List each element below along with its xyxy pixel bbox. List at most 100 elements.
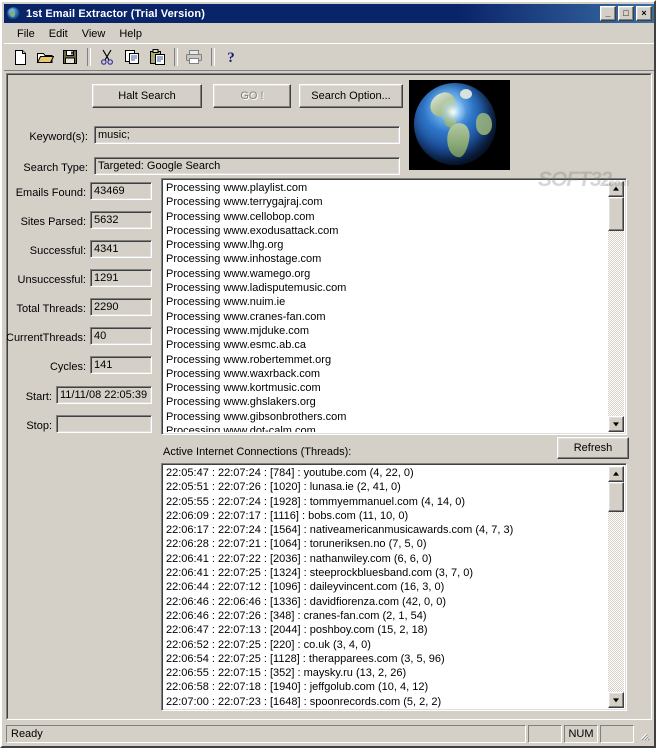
stop-label: Stop: xyxy=(26,420,52,432)
list-item[interactable]: 22:06:55 : 22:07:15 : [352] : maysky.ru … xyxy=(164,666,608,680)
resize-grip-icon[interactable] xyxy=(638,727,652,741)
go-button[interactable]: GO ! xyxy=(213,84,291,108)
list-item[interactable]: 22:05:47 : 22:07:24 : [784] : youtube.co… xyxy=(164,466,608,480)
window-controls: _ □ × xyxy=(600,6,652,21)
list-item[interactable]: 22:06:54 : 22:07:25 : [1128] : therappar… xyxy=(164,652,608,666)
list-item[interactable]: 22:06:46 : 22:06:46 : [1336] : davidfior… xyxy=(164,595,608,609)
list-item[interactable]: Processing www.esmc.ab.ca xyxy=(164,338,608,352)
list-item[interactable]: 22:05:51 : 22:07:26 : [1020] : lunasa.ie… xyxy=(164,480,608,494)
list-item[interactable]: 22:06:17 : 22:07:24 : [1564] : nativeame… xyxy=(164,523,608,537)
sites-parsed-value[interactable]: 5632 xyxy=(90,211,152,229)
emails-found-label: Emails Found: xyxy=(15,187,86,199)
copy-icon[interactable] xyxy=(120,46,144,69)
current-threads-label: CurrentThreads: xyxy=(6,332,87,344)
toolbar: ? xyxy=(4,43,654,71)
scrollbar-track[interactable] xyxy=(608,482,624,692)
paste-icon[interactable] xyxy=(145,46,169,69)
menu-item-file[interactable]: File xyxy=(10,26,42,42)
list-item[interactable]: Processing www.terrygajraj.com xyxy=(164,195,608,209)
list-item[interactable]: 22:06:44 : 22:07:12 : [1096] : daileyvin… xyxy=(164,580,608,594)
title-bar[interactable]: 1st Email Extractor (Trial Version) _ □ … xyxy=(4,4,654,23)
maximize-icon: □ xyxy=(623,8,629,18)
list-item[interactable]: 22:06:52 : 22:07:25 : [220] : co.uk (3, … xyxy=(164,638,608,652)
list-item[interactable]: Processing www.robertemmet.org xyxy=(164,353,608,367)
current-threads-value[interactable]: 40 xyxy=(90,327,152,345)
list-item[interactable]: Processing www.mjduke.com xyxy=(164,324,608,338)
list-item[interactable]: Processing www.ladisputemusic.com xyxy=(164,281,608,295)
emails-found-value[interactable]: 43469 xyxy=(90,182,152,200)
processing-log-scrollbar[interactable] xyxy=(608,181,624,432)
start-value[interactable]: 11/11/08 22:05:39 xyxy=(56,386,152,404)
connections-rows: 22:05:47 : 22:07:24 : [784] : youtube.co… xyxy=(164,466,608,708)
globe-icon xyxy=(6,6,22,22)
window-title: 1st Email Extractor (Trial Version) xyxy=(26,7,205,20)
list-item[interactable]: 22:06:46 : 22:07:26 : [348] : cranes-fan… xyxy=(164,609,608,623)
list-item[interactable]: Processing www.cellobop.com xyxy=(164,210,608,224)
stop-value[interactable] xyxy=(56,415,152,433)
list-item[interactable]: 22:07:00 : 22:07:23 : [1648] : spoonreco… xyxy=(164,695,608,708)
connections-listbox[interactable]: 22:05:47 : 22:07:24 : [784] : youtube.co… xyxy=(161,463,627,711)
search-option-button[interactable]: Search Option... xyxy=(299,84,403,108)
cut-icon[interactable] xyxy=(95,46,119,69)
list-item[interactable]: 22:06:41 : 22:07:25 : [1324] : steeprock… xyxy=(164,566,608,580)
print-icon[interactable] xyxy=(182,46,206,69)
scroll-up-arrow-icon[interactable] xyxy=(608,466,624,482)
minimize-icon: _ xyxy=(605,8,611,18)
list-item[interactable]: Processing www.kortmusic.com xyxy=(164,381,608,395)
list-item[interactable]: Processing www.waxrback.com xyxy=(164,367,608,381)
list-item[interactable]: Processing www.inhostage.com xyxy=(164,252,608,266)
scroll-down-arrow-icon[interactable] xyxy=(608,416,624,432)
close-button[interactable]: × xyxy=(636,6,652,21)
list-item[interactable]: Processing www.wamego.org xyxy=(164,267,608,281)
toolbar-separator xyxy=(211,48,215,66)
list-item[interactable]: Processing www.nuim.ie xyxy=(164,295,608,309)
search-type-input[interactable]: Targeted: Google Search xyxy=(94,157,400,175)
minimize-button[interactable]: _ xyxy=(600,6,616,21)
cycles-label: Cycles: xyxy=(49,361,86,373)
help-icon[interactable]: ? xyxy=(219,46,243,69)
refresh-button[interactable]: Refresh xyxy=(557,437,629,459)
processing-log-listbox[interactable]: Processing www.playlist.com Processing w… xyxy=(161,178,627,435)
globe-image xyxy=(409,80,510,170)
list-item[interactable]: Processing www.dot-calm.com xyxy=(164,424,608,432)
keyword-input[interactable]: music; xyxy=(94,126,400,144)
menu-item-help[interactable]: Help xyxy=(112,26,149,42)
menu-item-edit[interactable]: Edit xyxy=(42,26,75,42)
list-item[interactable]: 22:06:41 : 22:07:22 : [2036] : nathanwil… xyxy=(164,552,608,566)
list-item[interactable]: Processing www.ghslakers.org xyxy=(164,395,608,409)
connections-scrollbar[interactable] xyxy=(608,466,624,708)
list-item[interactable]: Processing www.gibsonbrothers.com xyxy=(164,410,608,424)
menu-item-view[interactable]: View xyxy=(75,26,113,42)
list-item[interactable]: 22:05:55 : 22:07:24 : [1928] : tommyemma… xyxy=(164,495,608,509)
watermark-secondary: .com xyxy=(606,178,630,189)
list-item[interactable]: 22:06:58 : 22:07:18 : [1940] : jeffgolub… xyxy=(164,680,608,694)
status-bar: Ready NUM xyxy=(6,724,652,744)
list-item[interactable]: Processing www.lhg.org xyxy=(164,238,608,252)
sites-parsed-label: Sites Parsed: xyxy=(20,216,86,228)
watermark-primary: SOFT32 xyxy=(538,168,612,191)
new-icon[interactable] xyxy=(8,46,32,69)
successful-value[interactable]: 4341 xyxy=(90,240,152,258)
save-icon[interactable] xyxy=(58,46,82,69)
keyword-label: Keyword(s): xyxy=(29,131,88,143)
unsuccessful-value[interactable]: 1291 xyxy=(90,269,152,287)
open-icon[interactable] xyxy=(33,46,57,69)
list-item[interactable]: Processing www.cranes-fan.com xyxy=(164,310,608,324)
list-item[interactable]: 22:06:09 : 22:07:17 : [1116] : bobs.com … xyxy=(164,509,608,523)
menu-bar: File Edit View Help xyxy=(4,24,654,43)
scrollbar-thumb[interactable] xyxy=(608,197,624,231)
close-icon: × xyxy=(641,8,647,18)
cycles-value[interactable]: 141 xyxy=(90,356,152,374)
application-window: 1st Email Extractor (Trial Version) _ □ … xyxy=(0,0,656,748)
toolbar-separator xyxy=(174,48,178,66)
total-threads-value[interactable]: 2290 xyxy=(90,298,152,316)
scroll-down-arrow-icon[interactable] xyxy=(608,692,624,708)
status-indicator-num: NUM xyxy=(564,725,598,743)
scrollbar-thumb[interactable] xyxy=(608,482,624,512)
list-item[interactable]: Processing www.exodusattack.com xyxy=(164,224,608,238)
list-item[interactable]: 22:06:28 : 22:07:21 : [1064] : torunerik… xyxy=(164,537,608,551)
halt-search-button[interactable]: Halt Search xyxy=(92,84,202,108)
window-frame: 1st Email Extractor (Trial Version) _ □ … xyxy=(0,0,656,748)
list-item[interactable]: 22:06:47 : 22:07:13 : [2044] : poshboy.c… xyxy=(164,623,608,637)
maximize-button[interactable]: □ xyxy=(618,6,634,21)
